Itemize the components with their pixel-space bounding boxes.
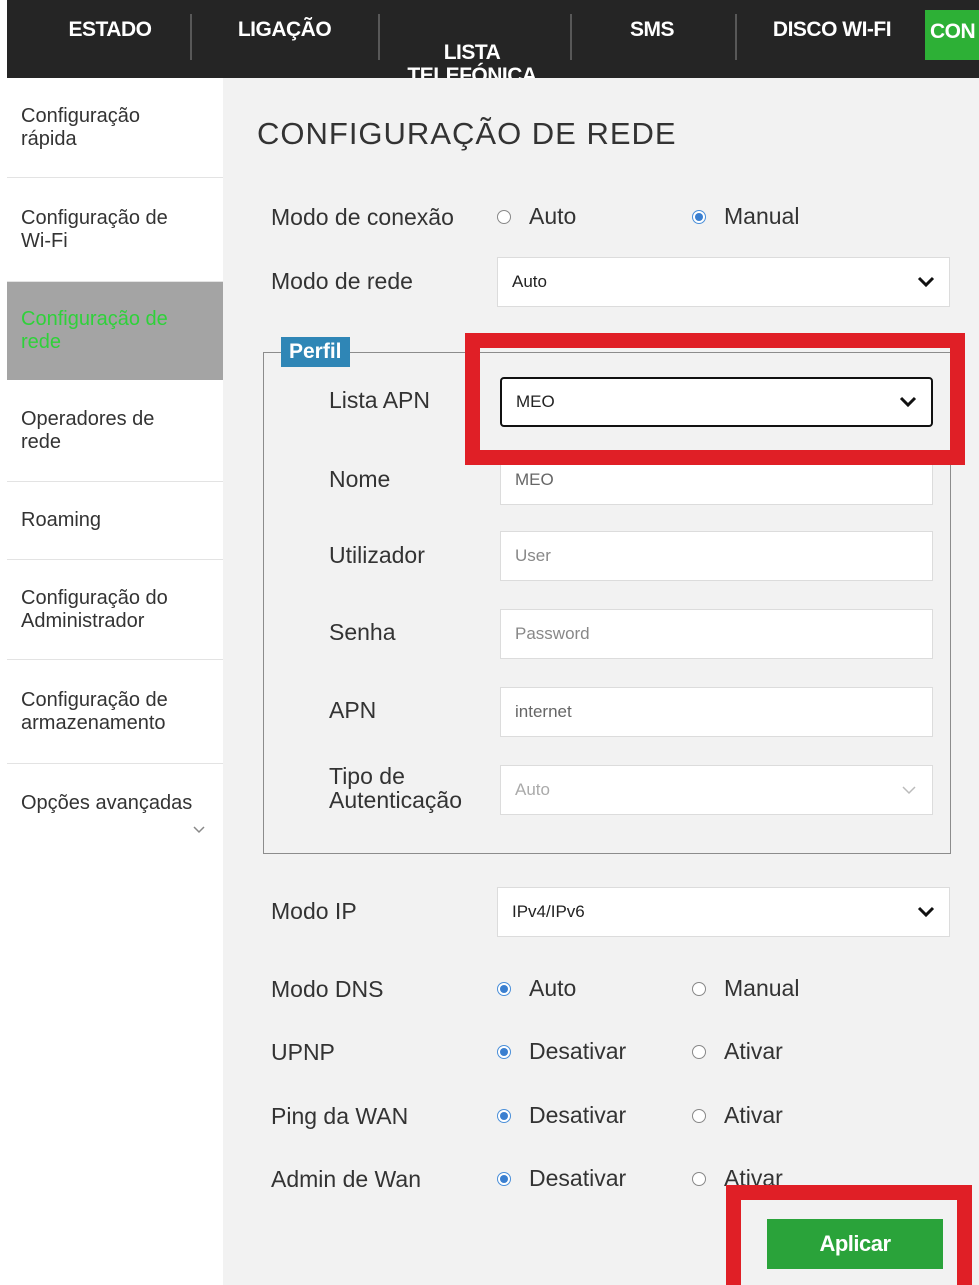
sidebar-item-configuracao-wifi[interactable]: Configuração de Wi-Fi (7, 178, 223, 282)
sidebar-item-label: Configuração de armazenamento (21, 688, 168, 734)
sidebar: Configuração rápida Configuração de Wi-F… (7, 78, 223, 1285)
user-label: Utilizador (329, 542, 425, 568)
ip-mode-select[interactable]: IPv4/IPv6 (497, 887, 950, 937)
nav-separator (570, 14, 572, 60)
nav-separator (735, 14, 737, 60)
sidebar-item-opcoes-avancadas[interactable]: Opções avançadas (7, 764, 223, 842)
radio-circle-icon (692, 1044, 706, 1059)
dns-mode-auto-radio[interactable]: Auto (497, 975, 576, 1002)
user-field[interactable]: User (500, 531, 933, 581)
wan-admin-disable-radio[interactable]: Desativar (497, 1165, 626, 1192)
upnp-disable-radio[interactable]: Desativar (497, 1038, 626, 1065)
password-label: Senha (329, 619, 396, 645)
radio-label: Desativar (529, 1038, 627, 1064)
nav-tab-configuracao[interactable]: CON (925, 10, 979, 60)
apn-field[interactable]: internet (500, 687, 933, 737)
chevron-down-icon (917, 276, 935, 288)
wan-ping-disable-radio[interactable]: Desativar (497, 1102, 626, 1129)
radio-label: Ativar (724, 1038, 783, 1064)
sidebar-item-operadores-rede[interactable]: Operadores de rede (7, 380, 223, 482)
chevron-down-icon (917, 906, 935, 918)
radio-label: Desativar (529, 1102, 627, 1128)
wan-ping-enable-radio[interactable]: Ativar (692, 1102, 783, 1129)
sidebar-item-label: Roaming (21, 509, 102, 531)
nav-tab-label: ESTADO (68, 18, 152, 41)
radio-checked-icon (497, 1044, 511, 1059)
radio-circle-icon (692, 1171, 706, 1186)
connection-mode-auto-radio[interactable]: Auto (497, 203, 576, 230)
radio-circle-icon (692, 981, 706, 996)
highlight-box-apn-list (465, 333, 965, 465)
nav-tab-disco-wifi[interactable]: DISCO WI-FI (752, 18, 912, 41)
nav-tab-label: DISCO WI-FI (772, 18, 892, 41)
radio-circle-icon (497, 209, 511, 224)
sidebar-item-configuracao-armazenamento[interactable]: Configuração de armazenamento (7, 660, 223, 764)
profile-legend: Perfil (281, 337, 350, 367)
select-value: IPv4/IPv6 (512, 902, 585, 921)
radio-label: Manual (724, 975, 800, 1001)
upnp-label: UPNP (271, 1039, 335, 1065)
wan-admin-label: Admin de Wan (271, 1166, 421, 1192)
sidebar-item-label: Configuração de Wi-Fi (21, 206, 168, 252)
nav-tab-label: SMS (629, 18, 675, 41)
radio-checked-icon (692, 209, 706, 224)
dns-mode-manual-radio[interactable]: Manual (692, 975, 799, 1002)
name-label: Nome (329, 466, 391, 492)
network-mode-label: Modo de rede (271, 268, 413, 294)
radio-label: Ativar (724, 1102, 783, 1128)
radio-checked-icon (497, 981, 511, 996)
radio-label: Manual (724, 203, 800, 229)
page-title: CONFIGURAÇÃO DE REDE (257, 116, 677, 151)
sidebar-item-label: Opções avançadas (21, 791, 193, 814)
sidebar-item-label: Configuração de rede (21, 308, 168, 353)
radio-label: Desativar (529, 1165, 627, 1191)
topbar-edge (0, 0, 7, 78)
nav-tab-label: CON (930, 20, 976, 43)
select-value: Auto (512, 272, 547, 291)
sidebar-item-label: Operadores de rede (21, 407, 155, 453)
nav-tab-ligacao[interactable]: LIGAÇÃO (222, 18, 347, 41)
apply-button[interactable]: Aplicar (767, 1219, 943, 1269)
wan-ping-label: Ping da WAN (271, 1103, 409, 1129)
ip-mode-label: Modo IP (271, 898, 357, 924)
sidebar-item-configuracao-administrador[interactable]: Configuração do Administrador (7, 560, 223, 660)
apn-label: APN (329, 697, 377, 723)
nav-separator (378, 14, 380, 60)
sidebar-item-label: Configuração rápida (21, 104, 140, 150)
connection-mode-manual-radio[interactable]: Manual (692, 203, 799, 230)
chevron-down-icon (902, 786, 916, 795)
dns-mode-label: Modo DNS (271, 976, 384, 1002)
radio-label: Auto (529, 975, 577, 1001)
sidebar-item-label: Configuração do Administrador (21, 586, 168, 632)
radio-checked-icon (497, 1171, 511, 1186)
chevron-down-icon[interactable] (193, 826, 205, 834)
top-navigation: ESTADO LIGAÇÃO LISTA TELEFÓNICA SMS DISC… (0, 0, 979, 87)
nav-tab-estado[interactable]: ESTADO (45, 18, 175, 41)
auth-type-select[interactable]: Auto (500, 765, 933, 815)
connection-mode-label: Modo de conexão (271, 204, 454, 230)
password-field[interactable]: Password (500, 609, 933, 659)
auth-type-label: Tipo de Autenticação (329, 763, 462, 813)
nav-tab-label: LIGAÇÃO (237, 18, 332, 41)
sidebar-item-roaming[interactable]: Roaming (7, 482, 223, 560)
sidebar-item-configuracao-rede[interactable]: Configuração de rede (7, 282, 223, 380)
nav-separator (190, 14, 192, 60)
select-value: Auto (515, 780, 550, 799)
nav-tab-sms[interactable]: SMS (602, 18, 702, 41)
sidebar-item-configuracao-rapida[interactable]: Configuração rápida (7, 78, 223, 178)
radio-checked-icon (497, 1108, 511, 1123)
nav-tab-lista-telefonica[interactable]: LISTA TELEFÓNICA (392, 18, 552, 87)
radio-label: Auto (529, 203, 577, 229)
network-mode-select[interactable]: Auto (497, 257, 950, 307)
upnp-enable-radio[interactable]: Ativar (692, 1038, 783, 1065)
apn-list-label: Lista APN (329, 387, 430, 413)
radio-circle-icon (692, 1108, 706, 1123)
